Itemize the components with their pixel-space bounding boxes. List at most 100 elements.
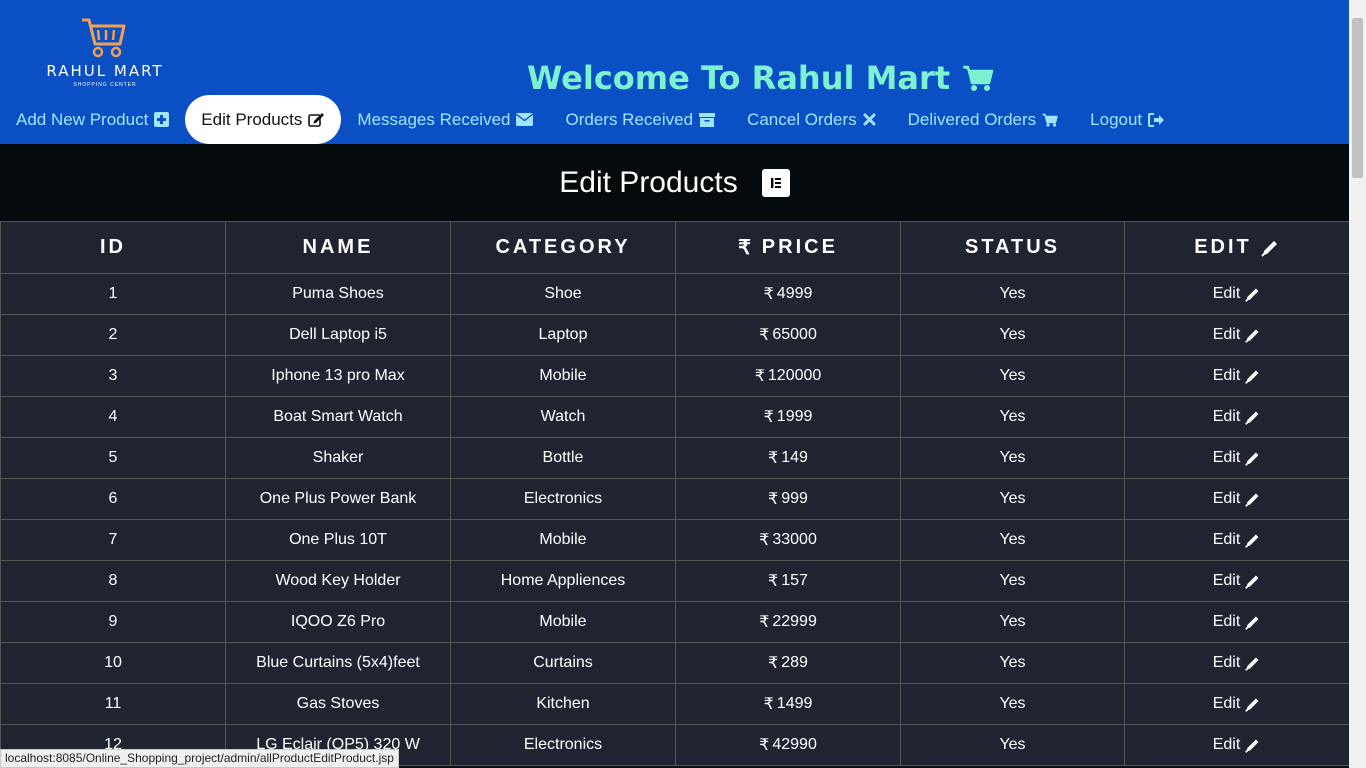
nav-orders-received[interactable]: Orders Received: [549, 95, 731, 144]
price-value: 1499: [776, 695, 813, 712]
cell-name: Dell Laptop i5: [225, 314, 451, 356]
cell-id: 10: [0, 642, 226, 684]
nav-label: Cancel Orders: [747, 109, 857, 129]
cell-category: Home Appliences: [450, 560, 676, 602]
cell-price: ₹ 120000: [675, 355, 901, 397]
table-row: 9 IQOO Z6 Pro Mobile ₹ 22999 Yes Edit: [0, 601, 1350, 643]
nav-label: Edit Products: [201, 109, 303, 129]
column-header-category: CATEGORY: [450, 221, 676, 274]
cell-id: 3: [0, 355, 226, 397]
table-row: 11 Gas Stoves Kitchen ₹ 1499 Yes Edit: [0, 683, 1350, 725]
price-value: 149: [781, 449, 808, 466]
pen-icon: [1245, 411, 1259, 425]
table-row: 4 Boat Smart Watch Watch ₹ 1999 Yes Edit: [0, 396, 1350, 438]
top-header: RAHUL MART SHOPPING CENTER Welcome To Ra…: [0, 0, 1349, 144]
edit-label: Edit: [1212, 736, 1241, 753]
cart-icon: [963, 65, 994, 91]
table-row: 6 One Plus Power Bank Electronics ₹ 999 Yes E…: [0, 478, 1350, 520]
table-row: 7 One Plus 10T Mobile ₹ 33000 Yes Edit: [0, 519, 1350, 561]
cell-id: 4: [0, 396, 226, 438]
edit-label: Edit: [1212, 367, 1241, 384]
cell-price: ₹ 157: [675, 560, 901, 602]
price-value: 157: [781, 572, 808, 589]
nav-add-new-product[interactable]: Add New Product: [0, 95, 185, 144]
rupee-icon: ₹: [754, 368, 765, 385]
cell-status: Yes: [900, 642, 1125, 684]
cell-category: Mobile: [450, 355, 676, 397]
elementor-icon: [761, 168, 790, 197]
rupee-icon: ₹: [763, 286, 774, 303]
nav-cancel-orders[interactable]: Cancel Orders: [731, 95, 892, 144]
edit-label: Edit: [1212, 285, 1241, 302]
cell-edit: Edit: [1124, 355, 1350, 397]
edit-link[interactable]: Edit: [1213, 654, 1262, 672]
cell-price: ₹ 33000: [675, 519, 901, 561]
cell-edit: Edit: [1124, 642, 1350, 684]
edit-link[interactable]: Edit: [1213, 367, 1262, 385]
cell-edit: Edit: [1124, 437, 1350, 479]
edit-link[interactable]: Edit: [1213, 326, 1262, 344]
rupee-icon: ₹: [768, 450, 779, 467]
edit-link[interactable]: Edit: [1213, 531, 1262, 549]
cell-category: Laptop: [450, 314, 676, 356]
cell-status: Yes: [900, 314, 1125, 356]
cell-name: IQOO Z6 Pro: [225, 601, 451, 643]
edit-label: Edit: [1212, 326, 1241, 343]
edit-label: Edit: [1212, 408, 1241, 425]
cell-id: 9: [0, 601, 226, 643]
cell-name: Puma Shoes: [225, 273, 451, 315]
plus-square-icon: [154, 112, 170, 127]
products-table: ID NAME CATEGORY ₹ PRICE STATUS EDIT 1 P…: [0, 221, 1350, 766]
cell-category: Curtains: [450, 642, 676, 684]
nav-messages-received[interactable]: Messages Received: [341, 95, 549, 144]
edit-link[interactable]: Edit: [1213, 736, 1262, 754]
nav-delivered-orders[interactable]: Delivered Orders: [892, 95, 1075, 144]
scrollbar-thumb[interactable]: [1352, 18, 1363, 178]
cell-status: Yes: [900, 724, 1125, 766]
column-label: STATUS: [964, 236, 1061, 258]
nav-label: Messages Received: [357, 109, 511, 129]
rupee-icon: ₹: [759, 737, 770, 754]
cell-edit: Edit: [1124, 314, 1350, 356]
nav-logout[interactable]: Logout: [1074, 95, 1181, 144]
price-value: 65000: [772, 326, 817, 343]
brand-logo[interactable]: RAHUL MART SHOPPING CENTER: [30, 14, 180, 90]
pen-icon: [1245, 288, 1259, 302]
pen-icon: [1245, 616, 1259, 630]
cell-status: Yes: [900, 683, 1125, 725]
nav-label: Orders Received: [565, 109, 694, 129]
page-scrollbar[interactable]: [1349, 0, 1366, 768]
table-row: 3 Iphone 13 pro Max Mobile ₹ 120000 Yes Edit: [0, 355, 1350, 397]
nav-label: Add New Product: [16, 109, 149, 129]
cell-status: Yes: [900, 601, 1125, 643]
cell-price: ₹ 1499: [675, 683, 901, 725]
close-icon: [863, 113, 876, 126]
pen-icon: [1245, 657, 1259, 671]
price-value: 289: [781, 654, 808, 671]
nav-label: Logout: [1090, 109, 1143, 129]
nav-edit-products[interactable]: Edit Products: [185, 95, 342, 144]
edit-link[interactable]: Edit: [1213, 695, 1262, 713]
edit-link[interactable]: Edit: [1213, 490, 1262, 508]
column-header-name: NAME: [225, 221, 451, 274]
edit-label: Edit: [1212, 449, 1241, 466]
cell-edit: Edit: [1124, 519, 1350, 561]
edit-link[interactable]: Edit: [1213, 572, 1262, 590]
cell-price: ₹ 999: [675, 478, 901, 520]
cell-price: ₹ 65000: [675, 314, 901, 356]
column-label: NAME: [302, 236, 374, 258]
edit-icon: [308, 113, 325, 127]
edit-link[interactable]: Edit: [1213, 613, 1262, 631]
cell-status: Yes: [900, 519, 1125, 561]
edit-link[interactable]: Edit: [1213, 285, 1262, 303]
column-header-id: ID: [0, 221, 226, 274]
cell-category: Shoe: [450, 273, 676, 315]
table-row: 1 Puma Shoes Shoe ₹ 4999 Yes Edit: [0, 273, 1350, 315]
pen-icon: [1245, 534, 1259, 548]
page-title-bar: Edit Products: [0, 144, 1349, 221]
cell-category: Watch: [450, 396, 676, 438]
edit-link[interactable]: Edit: [1213, 408, 1262, 426]
page-title: Edit Products: [559, 165, 738, 199]
cell-id: 7: [0, 519, 226, 561]
edit-link[interactable]: Edit: [1213, 449, 1262, 467]
